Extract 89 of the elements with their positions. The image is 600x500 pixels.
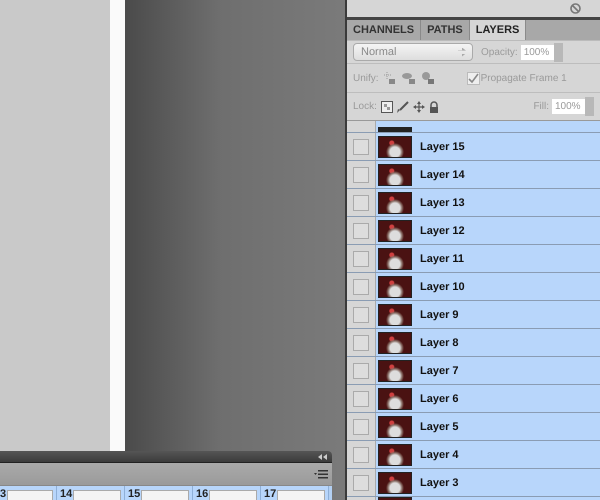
brush-icon[interactable] <box>396 100 409 112</box>
layer-row[interactable]: Layer 14 <box>347 161 600 189</box>
visibility-toggle[interactable] <box>353 390 369 406</box>
layer-name: Layer 15 <box>420 140 465 152</box>
layer-row[interactable]: Layer 6 <box>347 385 600 413</box>
photo-thumbnail <box>378 276 412 298</box>
photo-thumbnail <box>378 192 412 214</box>
layer-name: Layer 7 <box>420 364 459 376</box>
layer-row[interactable]: Layer 9 <box>347 301 600 329</box>
layer-row[interactable]: Layer 15 <box>347 133 600 161</box>
panel-tab[interactable]: CHANNELS <box>347 20 422 40</box>
frame-number: 15 <box>128 489 140 500</box>
frame-number: 16 <box>196 489 208 500</box>
fill-dropdown[interactable] <box>585 97 594 116</box>
layer-name: Layer 12 <box>420 224 465 236</box>
panel-menu-icon[interactable] <box>314 470 328 479</box>
propagate-checkbox[interactable] <box>466 72 480 84</box>
photo-thumbnail <box>378 164 412 186</box>
photo-thumbnail <box>378 127 412 132</box>
layer-row[interactable]: Layer 7 <box>347 357 600 385</box>
layer-row[interactable]: Layer 3 <box>347 469 600 497</box>
lock-transparent-icon[interactable] <box>380 100 393 112</box>
photo-thumbnail <box>378 136 412 158</box>
unify-position-icon[interactable] <box>382 71 397 85</box>
collapse-icon[interactable] <box>318 454 327 460</box>
move-icon[interactable] <box>412 100 425 112</box>
photo-thumbnail <box>378 248 412 270</box>
propagate-label: Propagate Frame 1 <box>480 72 567 84</box>
layer-name: Layer 6 <box>420 392 459 404</box>
frame-number: 3 <box>0 489 6 500</box>
animation-frame[interactable]: 15 <box>125 486 193 500</box>
lock-icon[interactable] <box>428 100 439 112</box>
layer-row[interactable]: Layer 11 <box>347 245 600 273</box>
layer-name: Layer 3 <box>420 476 459 488</box>
photo-thumbnail <box>378 416 412 438</box>
animation-frame[interactable]: 14 <box>57 486 125 500</box>
prohibited-icon[interactable] <box>570 3 581 14</box>
photo-thumbnail <box>378 332 412 354</box>
visibility-toggle[interactable] <box>353 334 369 350</box>
layer-row[interactable]: Layer 4 <box>347 441 600 469</box>
visibility-toggle[interactable] <box>353 250 369 266</box>
unify-visibility-icon[interactable] <box>400 71 417 85</box>
layer-row[interactable] <box>347 121 600 133</box>
photo-thumbnail <box>378 388 412 410</box>
frame-thumbnail <box>7 490 53 500</box>
layer-row[interactable]: Layer 5 <box>347 413 600 441</box>
layer-name: Layer 5 <box>420 420 459 432</box>
visibility-toggle[interactable] <box>353 306 369 322</box>
layer-name: Layer 8 <box>420 336 459 348</box>
opacity-dropdown[interactable] <box>554 42 563 62</box>
animation-frame[interactable]: 16 <box>193 486 261 500</box>
frame-thumbnail <box>277 490 325 500</box>
visibility-toggle[interactable] <box>353 474 369 490</box>
animation-frame[interactable]: 3 <box>0 486 57 500</box>
visibility-toggle[interactable] <box>353 194 369 210</box>
frame-thumbnail <box>141 490 189 500</box>
frame-thumbnail <box>209 490 257 500</box>
visibility-toggle[interactable] <box>353 166 369 182</box>
unify-style-icon[interactable] <box>420 71 435 85</box>
frame-number: 14 <box>60 489 72 500</box>
layer-row[interactable]: Layer 12 <box>347 217 600 245</box>
layer-row[interactable]: Layer 13 <box>347 189 600 217</box>
layer-row[interactable]: Layer 8 <box>347 329 600 357</box>
lock-label: Lock: <box>353 101 377 112</box>
photo-thumbnail <box>378 472 412 494</box>
frame-number: 17 <box>264 489 276 500</box>
layer-name: Layer 4 <box>420 448 459 460</box>
fill-label: Fill: <box>533 101 549 112</box>
photo-thumbnail <box>378 304 412 326</box>
layer-row[interactable]: Layer 10 <box>347 273 600 301</box>
photo-thumbnail <box>378 444 412 466</box>
layer-name: Layer 14 <box>420 168 465 180</box>
visibility-toggle[interactable] <box>353 222 369 238</box>
visibility-toggle[interactable] <box>353 278 369 294</box>
layer-name: Layer 9 <box>420 308 459 320</box>
photo-thumbnail <box>378 360 412 382</box>
animation-frame[interactable]: 17 <box>261 486 329 500</box>
visibility-toggle[interactable] <box>353 138 369 154</box>
layer-name: Layer 13 <box>420 196 465 208</box>
visibility-toggle[interactable] <box>353 362 369 378</box>
opacity-label: Opacity: <box>481 46 518 58</box>
unify-label: Unify: <box>353 72 379 84</box>
photo-thumbnail <box>378 220 412 242</box>
panel-tab[interactable]: LAYERS <box>470 20 526 40</box>
layer-name: Layer 11 <box>420 252 464 264</box>
frame-thumbnail <box>73 490 121 500</box>
layer-name: Layer 10 <box>420 280 465 292</box>
visibility-toggle[interactable] <box>353 418 369 434</box>
visibility-toggle[interactable] <box>353 446 369 462</box>
